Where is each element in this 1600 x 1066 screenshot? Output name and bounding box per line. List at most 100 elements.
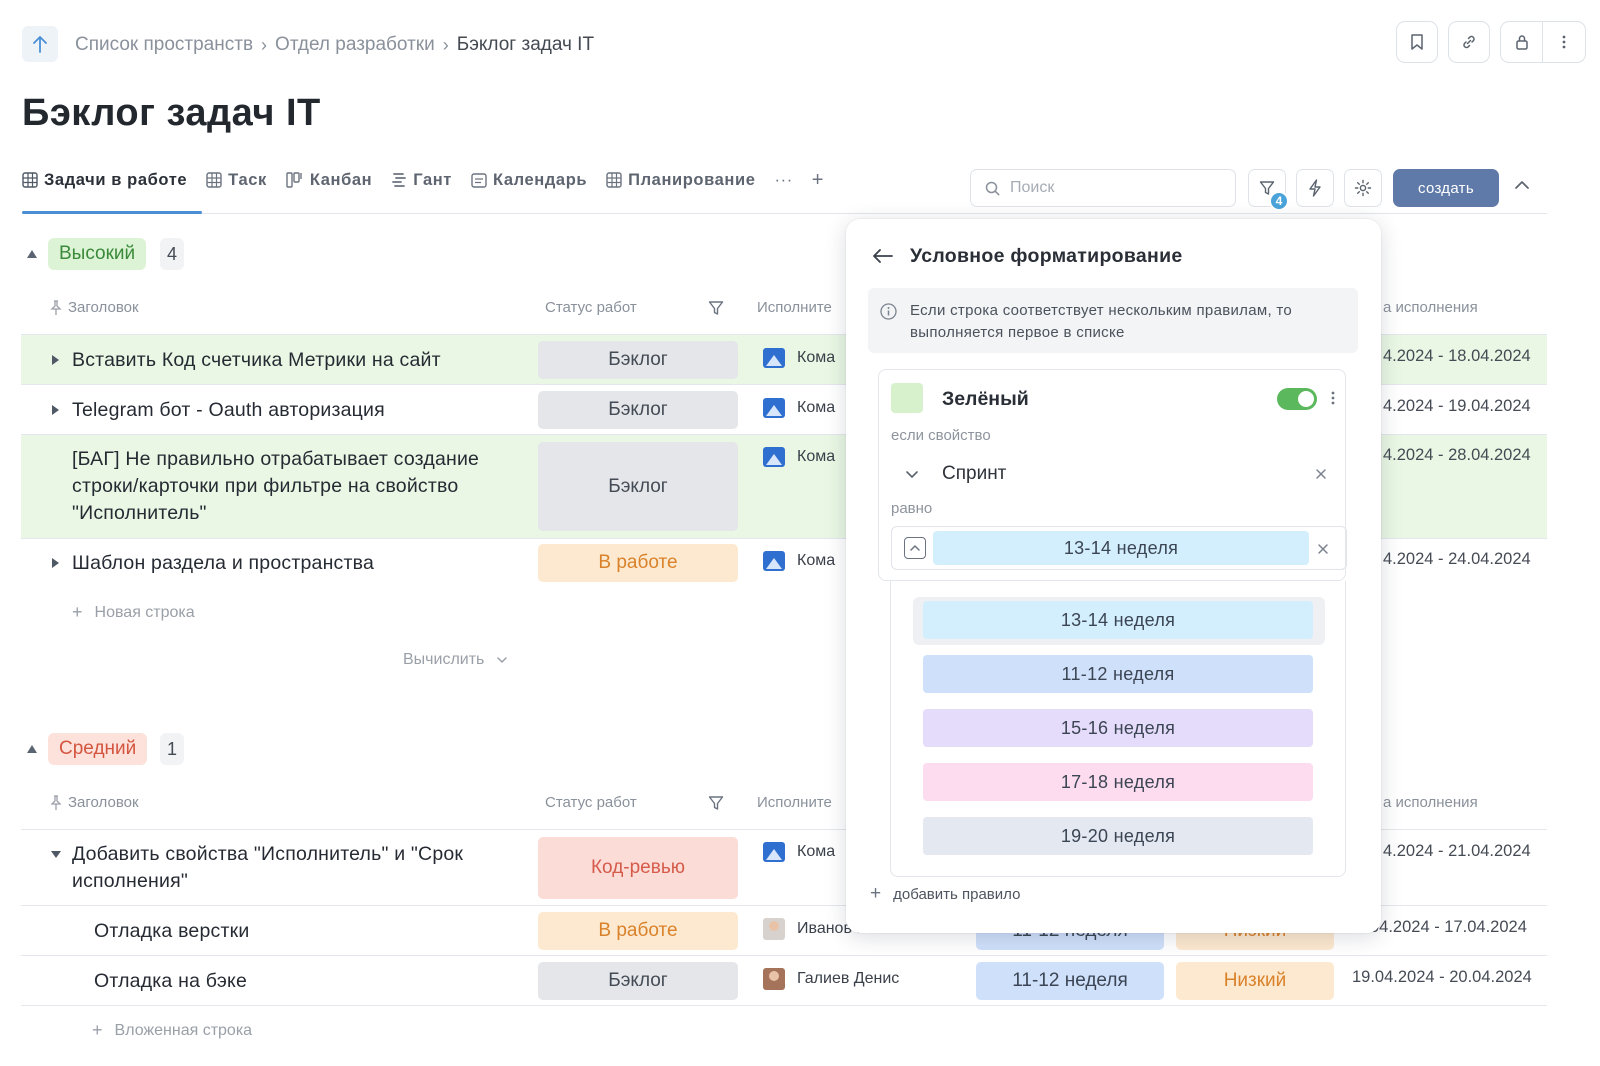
value-select[interactable]: 13-14 неделя bbox=[891, 526, 1347, 570]
row-title-line: исполнения" bbox=[72, 870, 188, 892]
collapse-toolbar-button[interactable] bbox=[1514, 180, 1530, 190]
row-title[interactable]: [БАГ] Не правильно отрабатывает создание… bbox=[72, 446, 479, 527]
tab-tasks-in-progress[interactable]: Задачи в работе bbox=[22, 168, 187, 192]
column-header-title[interactable]: Заголовок bbox=[50, 794, 139, 811]
breadcrumb-department-link[interactable]: Отдел разработки bbox=[275, 34, 435, 56]
deadline-cell[interactable]: 19.04.2024 - 20.04.2024 bbox=[1352, 968, 1532, 987]
assignee-cell[interactable]: Галиев Денис bbox=[763, 968, 921, 990]
collapse-row-toggle[interactable] bbox=[51, 851, 61, 858]
lock-button[interactable] bbox=[1501, 22, 1543, 62]
expand-row-toggle[interactable] bbox=[52, 355, 59, 365]
column-filter-button[interactable] bbox=[708, 795, 724, 811]
new-row-button[interactable]: + Новая строка bbox=[72, 602, 195, 623]
gear-icon bbox=[1354, 179, 1372, 197]
option-item[interactable]: 11-12 неделя bbox=[923, 655, 1313, 693]
more-tabs-button[interactable]: ··· bbox=[775, 171, 793, 190]
column-header-deadline[interactable]: а исполнения bbox=[1383, 299, 1478, 316]
option-item[interactable]: 19-20 неделя bbox=[923, 817, 1313, 855]
assignee-name: Кома bbox=[797, 448, 836, 465]
access-menu-group bbox=[1500, 21, 1586, 63]
deadline-cell[interactable]: 4.2024 - 24.04.2024 bbox=[1383, 550, 1531, 569]
breadcrumb-spaces-link[interactable]: Список пространств bbox=[75, 34, 253, 56]
group-tag-medium: Средний bbox=[48, 733, 148, 765]
search-input[interactable]: Поиск bbox=[970, 169, 1236, 207]
deadline-cell[interactable]: 04.2024 - 17.04.2024 bbox=[1370, 918, 1527, 937]
bookmark-button[interactable] bbox=[1396, 21, 1438, 63]
rule-color-swatch[interactable] bbox=[891, 383, 923, 413]
back-button[interactable] bbox=[872, 248, 894, 264]
option-item[interactable]: 13-14 неделя bbox=[923, 601, 1313, 639]
tab-task[interactable]: Таск bbox=[206, 168, 267, 192]
row-title[interactable]: Вставить Код счетчика Метрики на сайт bbox=[72, 347, 441, 374]
status-badge[interactable]: В работе bbox=[538, 912, 738, 950]
clear-value-button[interactable] bbox=[1317, 543, 1329, 555]
property-select[interactable]: Спринт bbox=[942, 463, 1006, 485]
assignee-cell[interactable]: Кома bbox=[763, 842, 845, 862]
option-item[interactable]: 17-18 неделя bbox=[923, 763, 1313, 801]
nested-row-button[interactable]: + Вложенная строка bbox=[92, 1020, 252, 1041]
deadline-cell[interactable]: 4.2024 - 28.04.2024 bbox=[1383, 446, 1531, 465]
rule-menu-button[interactable] bbox=[1331, 390, 1335, 406]
rule-enabled-toggle[interactable] bbox=[1277, 388, 1317, 410]
status-badge[interactable]: Код-ревью bbox=[538, 837, 738, 899]
row-title[interactable]: Шаблон раздела и пространства bbox=[72, 550, 374, 577]
column-filter-button[interactable] bbox=[708, 300, 724, 316]
more-menu-button[interactable] bbox=[1543, 22, 1585, 62]
option-item[interactable]: 15-16 неделя bbox=[923, 709, 1313, 747]
page-actions bbox=[1396, 21, 1586, 63]
expand-row-toggle[interactable] bbox=[52, 558, 59, 568]
status-badge[interactable]: Бэклог bbox=[538, 442, 738, 531]
assignee-cell[interactable]: Кома bbox=[763, 348, 845, 368]
create-button[interactable]: создать bbox=[1393, 169, 1499, 207]
deadline-cell[interactable]: 4.2024 - 18.04.2024 bbox=[1383, 347, 1531, 366]
row-title[interactable]: Отладка верстки bbox=[94, 918, 249, 945]
add-view-button[interactable]: + bbox=[812, 169, 824, 192]
column-header-status[interactable]: Статус работ bbox=[545, 794, 637, 811]
column-header-assignee[interactable]: Исполните bbox=[757, 794, 832, 811]
compute-button[interactable]: Вычислить bbox=[403, 651, 508, 669]
row-title[interactable]: Добавить свойства "Исполнитель" и "Срок … bbox=[72, 841, 463, 895]
add-rule-button[interactable]: + добавить правило bbox=[870, 883, 1020, 905]
priority-badge[interactable]: Низкий bbox=[1176, 962, 1334, 1000]
status-badge[interactable]: В работе bbox=[538, 544, 738, 582]
settings-button[interactable] bbox=[1344, 169, 1382, 207]
info-line: выполняется первое в списке bbox=[910, 324, 1125, 341]
close-icon bbox=[1316, 469, 1326, 479]
status-badge[interactable]: Бэклог bbox=[538, 391, 738, 429]
bookmark-icon bbox=[1411, 34, 1423, 50]
group-collapse-toggle[interactable] bbox=[27, 250, 37, 258]
sprint-badge[interactable]: 11-12 неделя bbox=[976, 962, 1164, 1000]
row-title[interactable]: Отладка на бэке bbox=[94, 968, 247, 995]
tab-calendar[interactable]: Календарь bbox=[471, 168, 587, 192]
column-header-deadline[interactable]: а исполнения bbox=[1383, 794, 1478, 811]
chevron-up-icon bbox=[910, 544, 920, 551]
row-title[interactable]: Telegram бот - Oauth авторизация bbox=[72, 397, 385, 424]
tab-kanban[interactable]: Канбан bbox=[286, 168, 372, 192]
property-select-toggle[interactable] bbox=[905, 470, 919, 479]
column-header-assignee[interactable]: Исполните bbox=[757, 299, 832, 316]
deadline-cell[interactable]: 4.2024 - 19.04.2024 bbox=[1383, 397, 1531, 416]
rule-name[interactable]: Зелёный bbox=[942, 388, 1029, 411]
assignee-name: Галиев Денис bbox=[797, 970, 900, 987]
expand-row-toggle[interactable] bbox=[52, 405, 59, 415]
automation-button[interactable] bbox=[1296, 169, 1334, 207]
column-header-title[interactable]: Заголовок bbox=[50, 299, 139, 316]
copy-link-button[interactable] bbox=[1448, 21, 1490, 63]
tab-planning[interactable]: Планирование bbox=[606, 168, 755, 192]
column-header-status[interactable]: Статус работ bbox=[545, 299, 637, 316]
more-vertical-icon bbox=[1562, 35, 1566, 49]
info-icon bbox=[880, 303, 897, 320]
deadline-cell[interactable]: 4.2024 - 21.04.2024 bbox=[1383, 842, 1531, 861]
tab-gantt[interactable]: Гант bbox=[391, 168, 452, 192]
column-header-label: Заголовок bbox=[68, 299, 139, 316]
clear-property-button[interactable] bbox=[1315, 468, 1327, 480]
group-collapse-toggle[interactable] bbox=[27, 745, 37, 753]
assignee-cell[interactable]: Кома bbox=[763, 551, 845, 571]
assignee-cell[interactable]: Кома bbox=[763, 447, 845, 467]
status-badge[interactable]: Бэклог bbox=[538, 962, 738, 1000]
collapse-options-button[interactable] bbox=[904, 537, 926, 559]
status-badge[interactable]: Бэклог bbox=[538, 341, 738, 379]
assignee-cell[interactable]: Кома bbox=[763, 398, 845, 418]
go-up-button[interactable] bbox=[22, 26, 58, 62]
column-header-label: Статус работ bbox=[545, 794, 637, 811]
